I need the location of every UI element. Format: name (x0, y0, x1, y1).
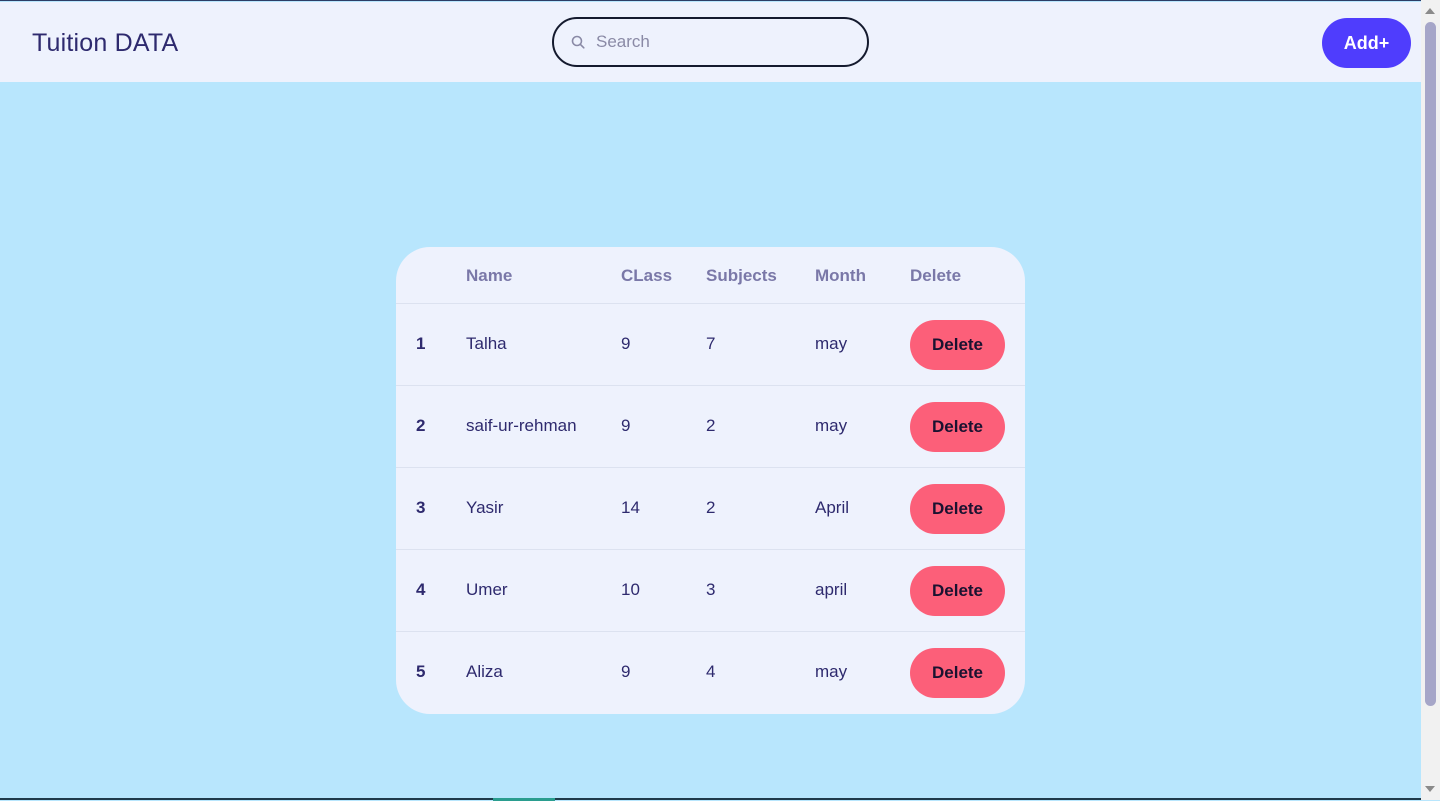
delete-button[interactable]: Delete (910, 484, 1005, 534)
column-header-month: Month (815, 266, 866, 285)
scroll-down-arrow-icon[interactable] (1425, 786, 1435, 792)
column-header-class: CLass (621, 266, 673, 285)
row-month: may (815, 662, 848, 681)
column-header-delete: Delete (910, 266, 962, 285)
row-name: Umer (466, 580, 508, 599)
row-index: 1 (416, 334, 426, 353)
row-month: April (815, 498, 850, 517)
delete-button[interactable]: Delete (910, 320, 1005, 370)
search-icon (570, 34, 586, 50)
column-header-subjects: Subjects (706, 266, 777, 285)
row-subjects: 2 (706, 498, 716, 517)
top-header: Tuition DATA Add+ (0, 2, 1421, 82)
row-name: Yasir (466, 498, 504, 517)
row-subjects: 3 (706, 580, 716, 599)
table-row: 4 Umer 10 3 april Delete (396, 550, 1025, 632)
table-row: 1 Talha 9 7 may Delete (396, 304, 1025, 386)
table-row: 3 Yasir 14 2 April Delete (396, 468, 1025, 550)
table-header: Name CLass Subjects Month Delete (396, 247, 1025, 304)
row-index: 2 (416, 416, 426, 435)
brand-title: Tuition DATA (32, 29, 179, 57)
row-index: 3 (416, 498, 426, 517)
table-row: 2 saif-ur-rehman 9 2 may Delete (396, 386, 1025, 468)
row-month: april (815, 580, 848, 599)
row-class: 9 (621, 334, 631, 353)
row-month: may (815, 334, 848, 353)
row-subjects: 4 (706, 662, 716, 681)
delete-button[interactable]: Delete (910, 648, 1005, 698)
search-box[interactable] (552, 17, 869, 67)
row-index: 4 (416, 580, 426, 599)
app-viewport: Tuition DATA Add+ Name CLass Subjects Mo… (0, 0, 1421, 801)
search-input[interactable] (596, 32, 836, 52)
row-subjects: 7 (706, 334, 716, 353)
row-index: 5 (416, 662, 426, 681)
row-month: may (815, 416, 848, 435)
row-name: Talha (466, 334, 507, 353)
row-class: 10 (621, 580, 640, 599)
row-name: Aliza (466, 662, 503, 681)
delete-button[interactable]: Delete (910, 402, 1005, 452)
delete-button[interactable]: Delete (910, 566, 1005, 616)
tuition-table: Name CLass Subjects Month Delete 1 Talha… (396, 247, 1025, 714)
row-class: 9 (621, 662, 631, 681)
scroll-up-arrow-icon[interactable] (1425, 8, 1435, 14)
row-class: 9 (621, 416, 631, 435)
row-name: saif-ur-rehman (466, 416, 577, 435)
scroll-thumb[interactable] (1425, 22, 1436, 706)
column-header-name: Name (466, 266, 513, 285)
row-class: 14 (621, 498, 640, 517)
add-button[interactable]: Add+ (1322, 18, 1411, 68)
table-row: 5 Aliza 9 4 may Delete (396, 632, 1025, 714)
row-subjects: 2 (706, 416, 716, 435)
vertical-scrollbar[interactable] (1421, 0, 1440, 800)
